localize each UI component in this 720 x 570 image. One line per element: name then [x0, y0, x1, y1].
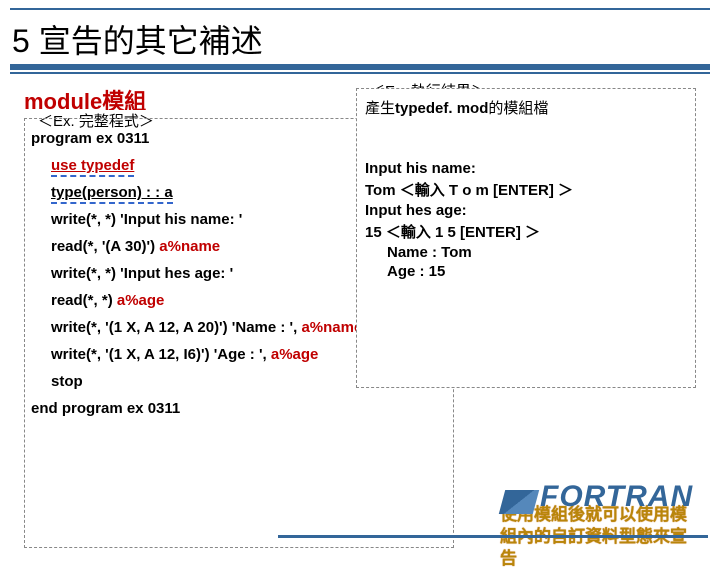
code-text: read(*, *): [51, 292, 117, 309]
decor-line-thick: [10, 64, 710, 70]
code-text: read(*, '(A 30)'): [51, 238, 159, 255]
code-var: a%name: [159, 238, 220, 255]
result-line: Input his name:: [365, 160, 687, 177]
code-text: write(*, '(1 X, A 12, I6)') 'Age : ',: [51, 346, 271, 363]
logo-text: FORTRAN: [540, 480, 693, 513]
code-text: write(*, '(1 X, A 12, A 20)') 'Name : ',: [51, 319, 301, 336]
content-area: module模組 ＜Ex. 完整程式＞ program ex 0311 use …: [0, 74, 720, 116]
code-var: a%name: [301, 319, 362, 336]
code-highlight: use typedef: [51, 157, 134, 177]
footer-bar: [278, 535, 708, 538]
result-line: Age : 15: [387, 263, 687, 280]
fortran-logo: FORTRAN: [502, 480, 702, 530]
code-var: a%age: [117, 292, 165, 309]
slide-title: 5 宣告的其它補述: [0, 10, 720, 62]
right-result-box: 產生typedef. mod的模組檔 Input his name: Tom ＜…: [356, 88, 696, 388]
logo-icon: [502, 490, 536, 514]
code-var: a%age: [271, 346, 319, 363]
code-highlight: type(person) : : a: [51, 184, 173, 204]
result-line: 15 ＜輸入 1 5 [ENTER] ＞: [365, 221, 687, 242]
result-line: Name : Tom: [387, 244, 687, 261]
slide-container: 5 宣告的其它補述 module模組 ＜Ex. 完整程式＞ program ex…: [0, 8, 720, 548]
result-desc: 產生typedef. mod的模組檔: [365, 97, 687, 118]
result-line: Input hes age:: [365, 202, 687, 219]
result-line: Tom ＜輸入 T o m [ENTER] ＞: [365, 179, 687, 200]
desc-text: 產生: [365, 100, 395, 117]
code-line: end program ex 0311: [31, 400, 447, 417]
desc-text: 的模組檔: [488, 100, 548, 117]
desc-bold: typedef. mod: [395, 100, 488, 117]
